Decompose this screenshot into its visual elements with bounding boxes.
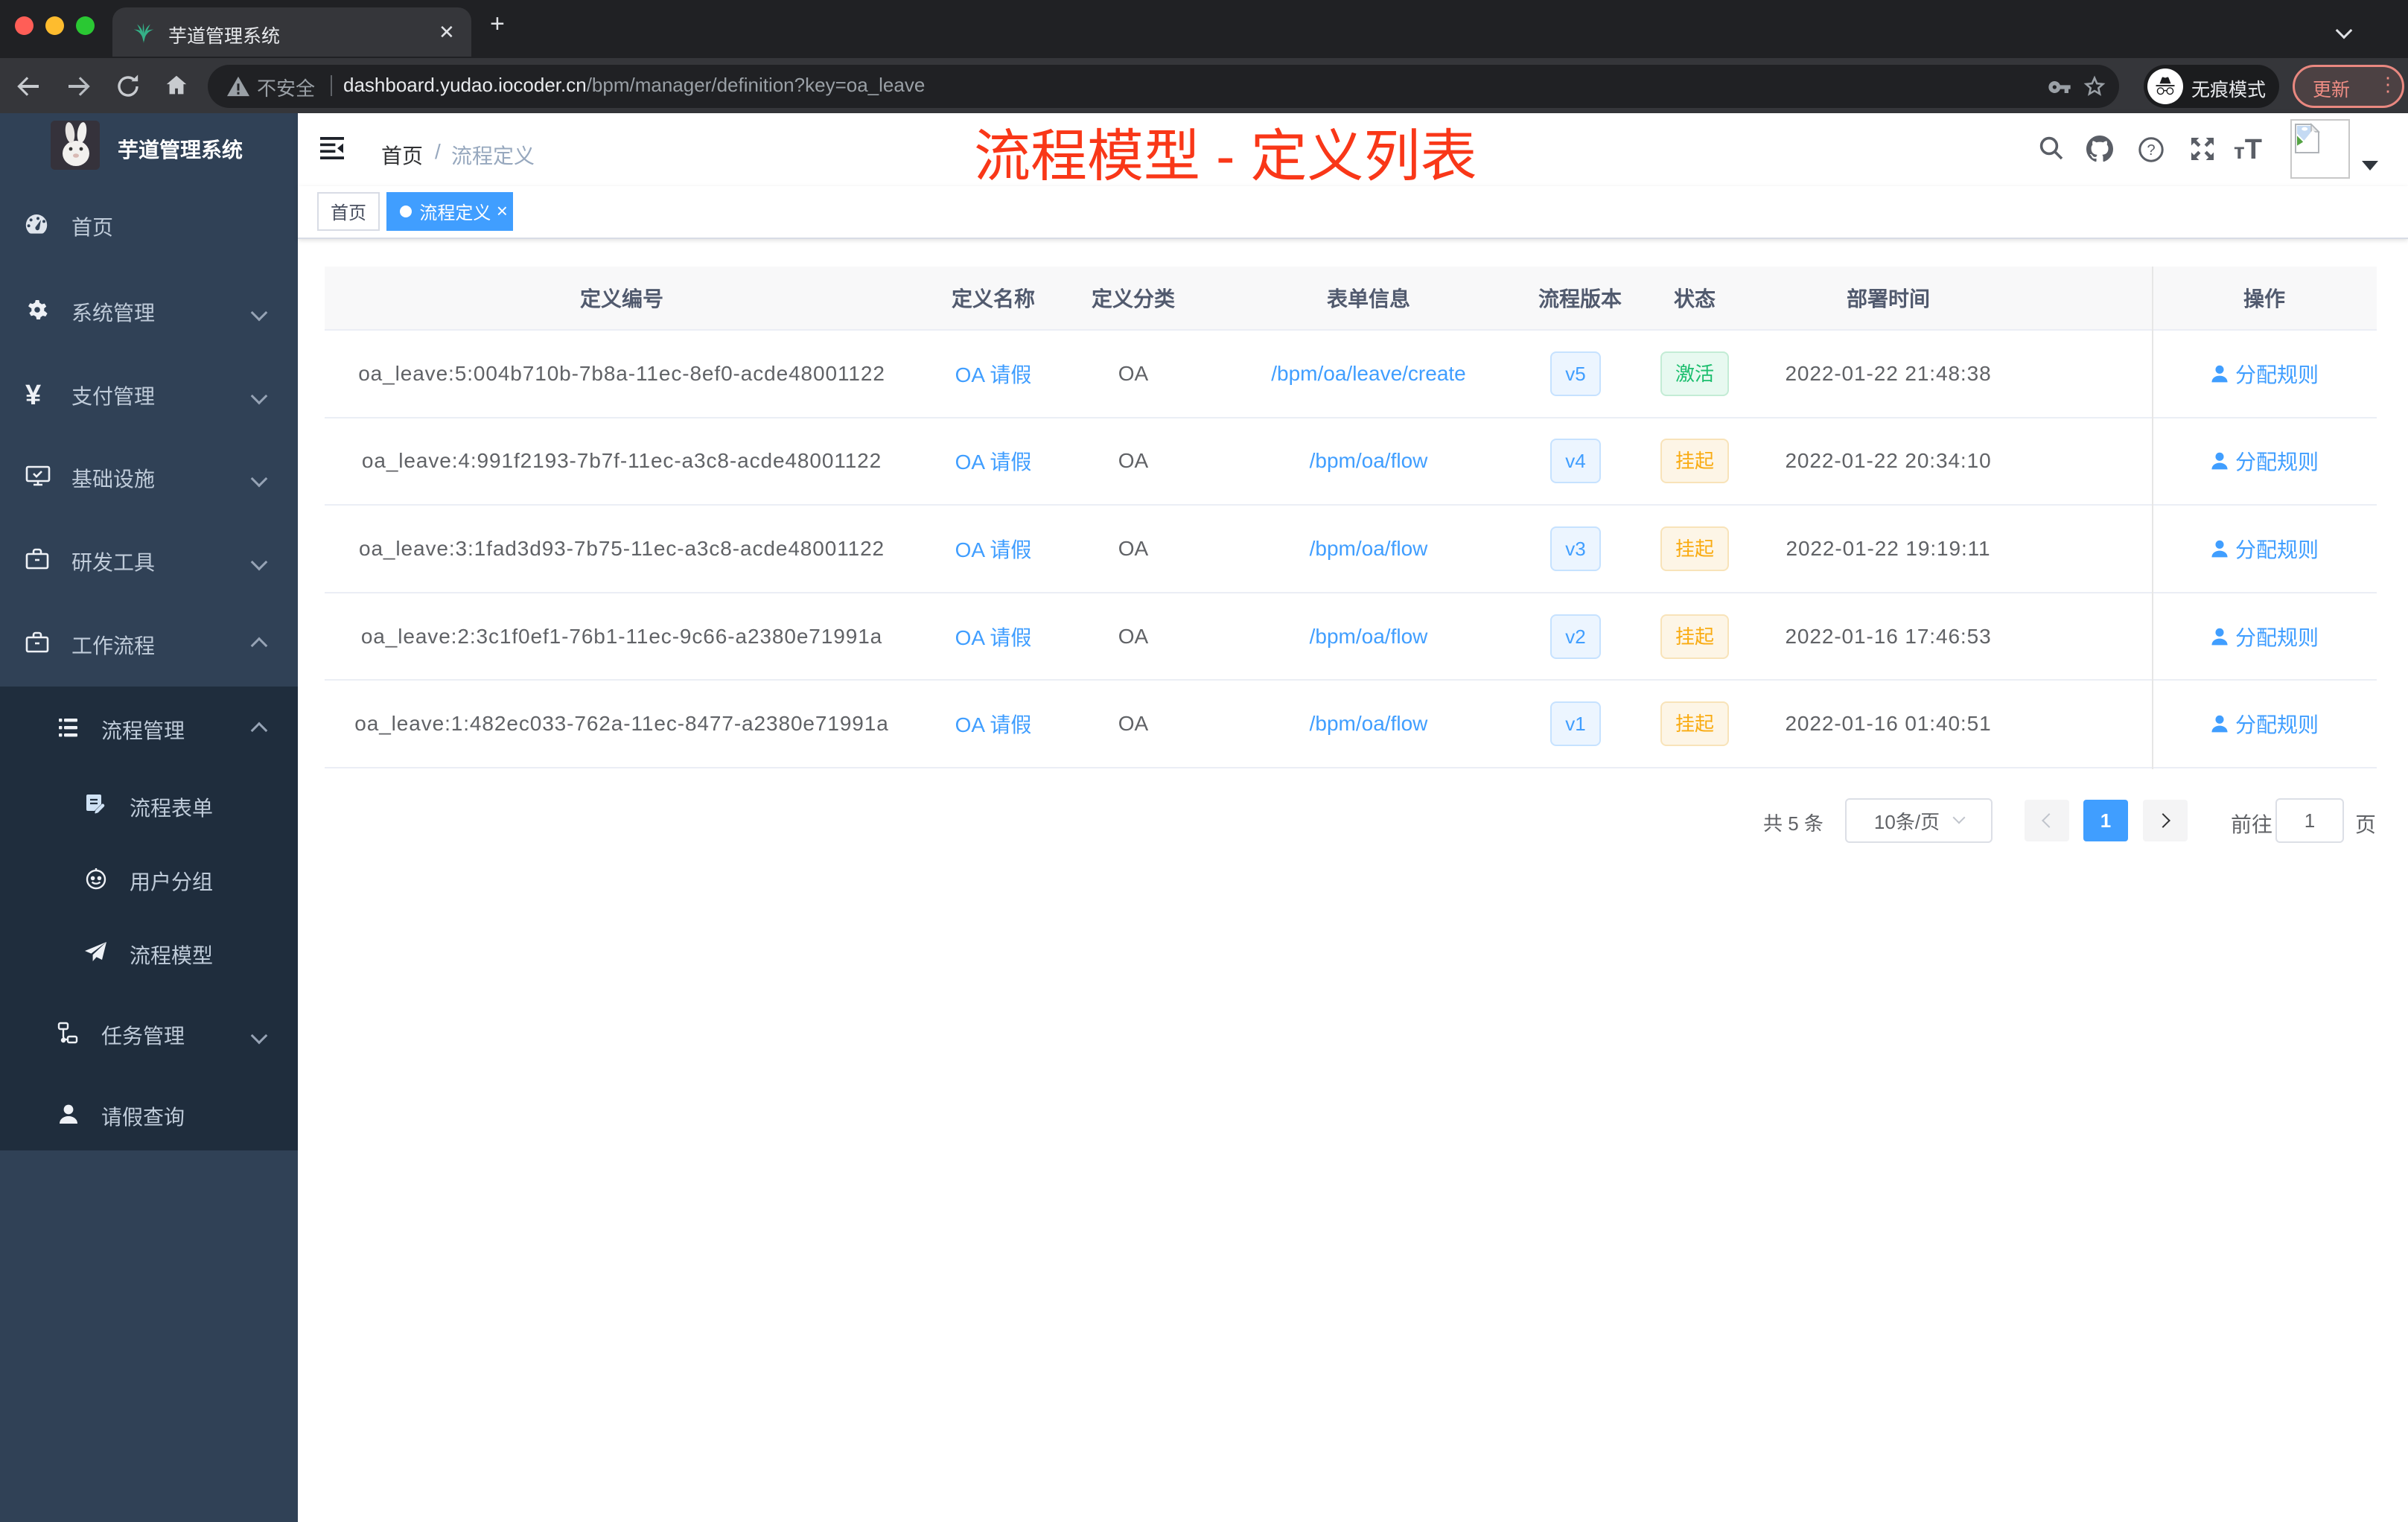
svg-text:?: ? <box>2147 142 2155 159</box>
